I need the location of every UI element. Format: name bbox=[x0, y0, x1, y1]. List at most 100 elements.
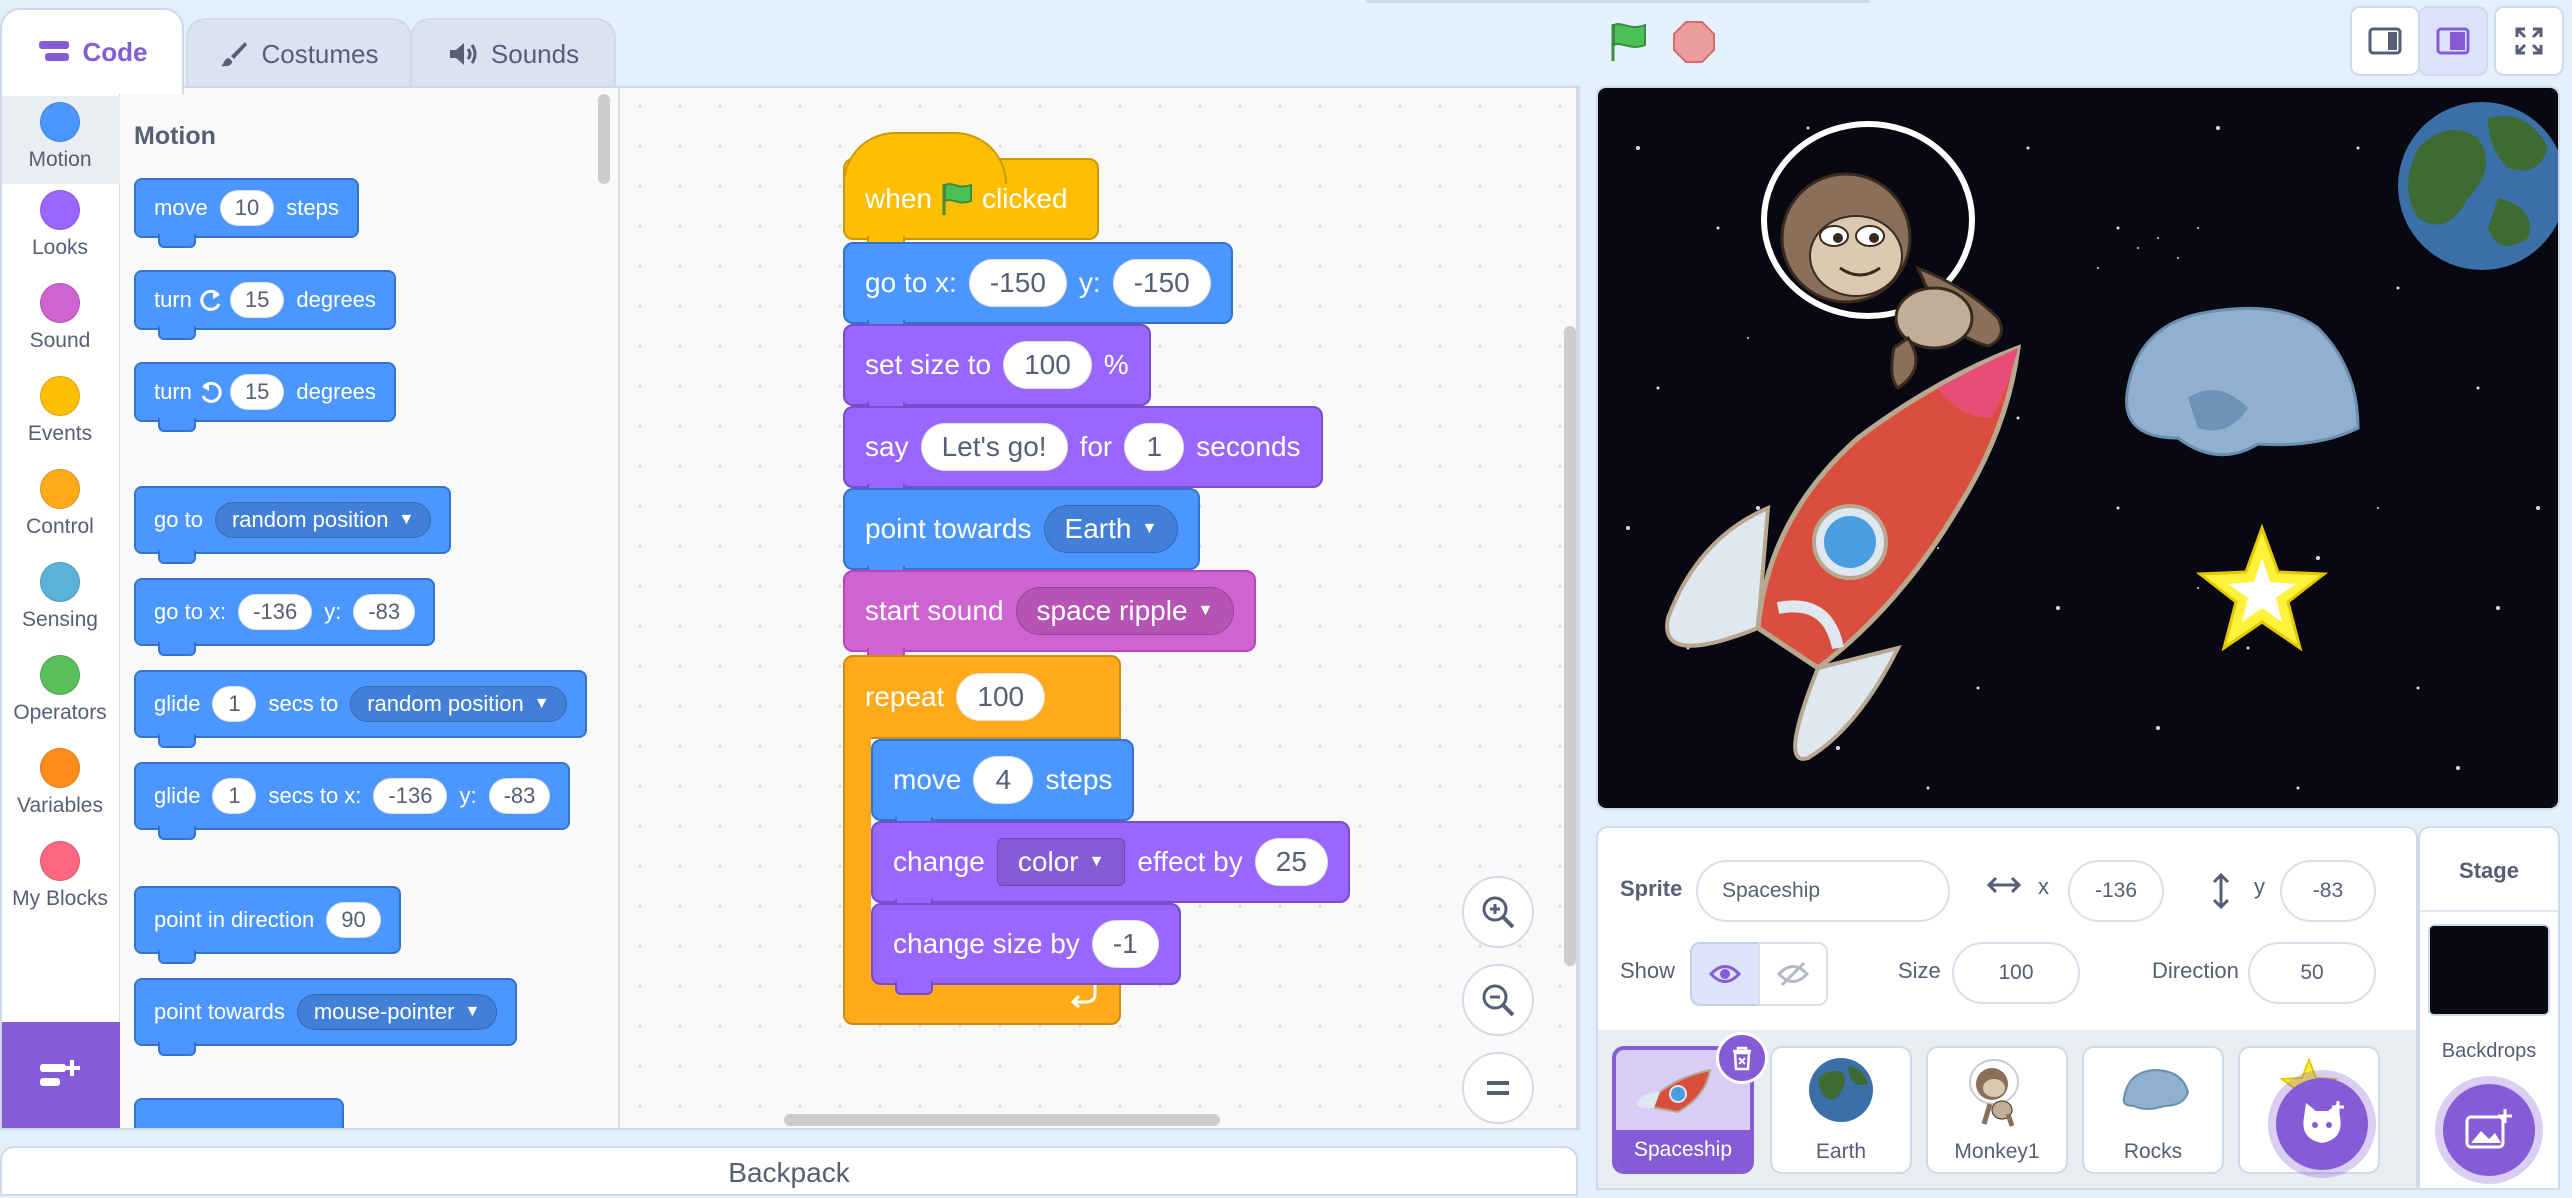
block-input[interactable]: -150 bbox=[1112, 259, 1211, 307]
zoom-in-button[interactable] bbox=[1462, 876, 1534, 948]
zoom-out-button[interactable] bbox=[1462, 964, 1534, 1036]
palette-turn-left-block[interactable]: turn 15 degrees bbox=[134, 362, 396, 432]
block-input[interactable]: 1 bbox=[212, 686, 257, 722]
palette-point-direction-block[interactable]: point in direction 90 bbox=[134, 886, 401, 964]
block-input[interactable]: 90 bbox=[326, 902, 381, 938]
block-input[interactable]: -1 bbox=[1091, 920, 1159, 968]
goto-xy-block[interactable]: go to x: -150 y: -150 bbox=[843, 242, 1233, 334]
move-steps-block[interactable]: move 4 steps bbox=[871, 739, 1135, 831]
normal-stage-button[interactable] bbox=[2418, 6, 2488, 76]
stop-button[interactable] bbox=[1666, 18, 1722, 66]
earth-sprite[interactable] bbox=[2398, 102, 2560, 270]
block-input[interactable]: -83 bbox=[488, 778, 551, 814]
workspace-horizontal-scrollbar[interactable] bbox=[784, 1114, 1220, 1126]
spaceship-sprite[interactable] bbox=[1665, 344, 2021, 761]
block-palette: Motion move 10 steps turn 15 degrees tur… bbox=[120, 86, 620, 1130]
palette-turn-right-block[interactable]: turn 15 degrees bbox=[134, 270, 396, 340]
sprite-thumb-monkey1[interactable]: Monkey1 bbox=[1926, 1046, 2068, 1174]
block-dropdown[interactable]: mouse-pointer ▼ bbox=[296, 994, 498, 1030]
size-field[interactable]: 100 bbox=[1952, 942, 2080, 1004]
direction-field[interactable]: 50 bbox=[2248, 942, 2376, 1004]
palette-glide-xy-block[interactable]: glide 1 secs to x: -136 y: -83 bbox=[134, 762, 571, 840]
monkey-sprite[interactable] bbox=[1761, 121, 2003, 390]
sprite-thumb-rocks[interactable]: Rocks bbox=[2082, 1046, 2224, 1174]
category-my-blocks[interactable]: My Blocks bbox=[0, 841, 120, 911]
show-visible-button[interactable] bbox=[1690, 942, 1760, 1006]
category-sound[interactable]: Sound bbox=[0, 283, 120, 353]
block-input[interactable]: -83 bbox=[353, 594, 416, 630]
block-dropdown[interactable]: random position ▼ bbox=[350, 686, 567, 722]
workspace-vertical-scrollbar[interactable] bbox=[1564, 326, 1576, 966]
category-menu: Motion Looks Sound Events Control Sensin… bbox=[0, 86, 120, 1130]
sprite-thumb-earth[interactable]: Earth bbox=[1770, 1046, 1912, 1174]
sprite-name-field[interactable]: Spaceship bbox=[1696, 860, 1950, 922]
point-towards-block[interactable]: point towards Earth ▼ bbox=[843, 488, 1201, 580]
block-input[interactable]: 15 bbox=[229, 282, 285, 318]
delete-sprite-button[interactable] bbox=[1716, 1032, 1768, 1084]
block-input[interactable]: 25 bbox=[1254, 838, 1328, 886]
block-input[interactable]: -150 bbox=[968, 259, 1067, 307]
set-size-block[interactable]: set size to 100 % bbox=[843, 324, 1151, 416]
block-input[interactable]: 100 bbox=[956, 673, 1046, 721]
block-dropdown[interactable]: space ripple ▼ bbox=[1015, 587, 1235, 635]
palette-goto-block[interactable]: go to random position ▼ bbox=[134, 486, 452, 564]
palette-point-towards-block[interactable]: point towards mouse-pointer ▼ bbox=[134, 978, 518, 1056]
block-input[interactable]: 10 bbox=[219, 190, 275, 226]
when-flag-clicked-block[interactable]: when clicked bbox=[843, 132, 1099, 250]
add-extension-button[interactable] bbox=[0, 1022, 120, 1130]
y-position-field[interactable]: -83 bbox=[2280, 860, 2376, 922]
block-dropdown[interactable]: color ▼ bbox=[996, 838, 1126, 886]
palette-scrollbar[interactable] bbox=[598, 94, 610, 184]
star-sprite[interactable] bbox=[2195, 523, 2329, 652]
block-text: % bbox=[1103, 349, 1129, 380]
change-effect-block[interactable]: change color ▼ effect by 25 bbox=[871, 821, 1350, 913]
block-dropdown[interactable]: random position ▼ bbox=[214, 502, 432, 538]
rocks-thumbnail bbox=[2122, 1068, 2190, 1110]
block-input[interactable]: 15 bbox=[229, 374, 285, 410]
small-stage-button[interactable] bbox=[2350, 6, 2420, 76]
stage-top-rule bbox=[1366, 0, 1870, 3]
block-input[interactable]: 1 bbox=[212, 778, 257, 814]
backdrop-thumbnail[interactable] bbox=[2428, 924, 2550, 1016]
start-sound-block[interactable]: start sound space ripple ▼ bbox=[843, 570, 1257, 662]
block-text: y: bbox=[324, 599, 342, 624]
category-motion[interactable]: Motion bbox=[0, 96, 120, 184]
rocks-sprite[interactable] bbox=[2125, 306, 2360, 457]
block-dropdown[interactable]: Earth ▼ bbox=[1043, 505, 1179, 553]
category-control[interactable]: Control bbox=[0, 469, 120, 539]
category-variables[interactable]: Variables bbox=[0, 748, 120, 818]
block-input[interactable]: -136 bbox=[238, 594, 313, 630]
fullscreen-button[interactable] bbox=[2494, 6, 2564, 76]
change-size-block[interactable]: change size by -1 bbox=[871, 903, 1181, 995]
category-sensing[interactable]: Sensing bbox=[0, 562, 120, 632]
green-flag-button[interactable] bbox=[1600, 18, 1656, 66]
palette-glide-to-block[interactable]: glide 1 secs to random position ▼ bbox=[134, 670, 587, 748]
block-input[interactable]: Let's go! bbox=[920, 423, 1068, 471]
backpack-header[interactable]: Backpack bbox=[0, 1146, 1578, 1196]
block-input[interactable]: -136 bbox=[373, 778, 448, 814]
x-position-field[interactable]: -136 bbox=[2068, 860, 2164, 922]
block-input[interactable]: 1 bbox=[1124, 423, 1185, 471]
stage-canvas[interactable] bbox=[1596, 86, 2560, 810]
add-extension-icon bbox=[40, 1060, 80, 1086]
category-events[interactable]: Events bbox=[0, 376, 120, 446]
tab-costumes[interactable]: Costumes bbox=[186, 18, 412, 88]
block-input[interactable]: 4 bbox=[973, 756, 1034, 804]
repeat-block-header[interactable]: repeat 100 bbox=[843, 655, 1121, 739]
category-variables-swatch bbox=[40, 748, 80, 788]
block-text: seconds bbox=[1196, 431, 1301, 462]
choose-sprite-button[interactable] bbox=[2276, 1078, 2368, 1170]
choose-backdrop-button[interactable] bbox=[2443, 1084, 2535, 1176]
category-looks[interactable]: Looks bbox=[0, 190, 120, 260]
block-input[interactable]: 100 bbox=[1003, 341, 1092, 389]
tab-code[interactable]: Code bbox=[0, 8, 184, 94]
tab-sounds[interactable]: Sounds bbox=[410, 18, 616, 88]
say-for-secs-block[interactable]: say Let's go! for 1 seconds bbox=[843, 406, 1323, 498]
show-hidden-button[interactable] bbox=[1758, 942, 1828, 1006]
palette-move-block[interactable]: move 10 steps bbox=[134, 178, 359, 248]
zoom-reset-button[interactable] bbox=[1462, 1052, 1534, 1124]
palette-gotoxy-block[interactable]: go to x: -136 y: -83 bbox=[134, 578, 436, 656]
category-operators[interactable]: Operators bbox=[0, 655, 120, 725]
green-flag-icon bbox=[1611, 23, 1646, 61]
palette-partial-block[interactable] bbox=[134, 1098, 344, 1130]
